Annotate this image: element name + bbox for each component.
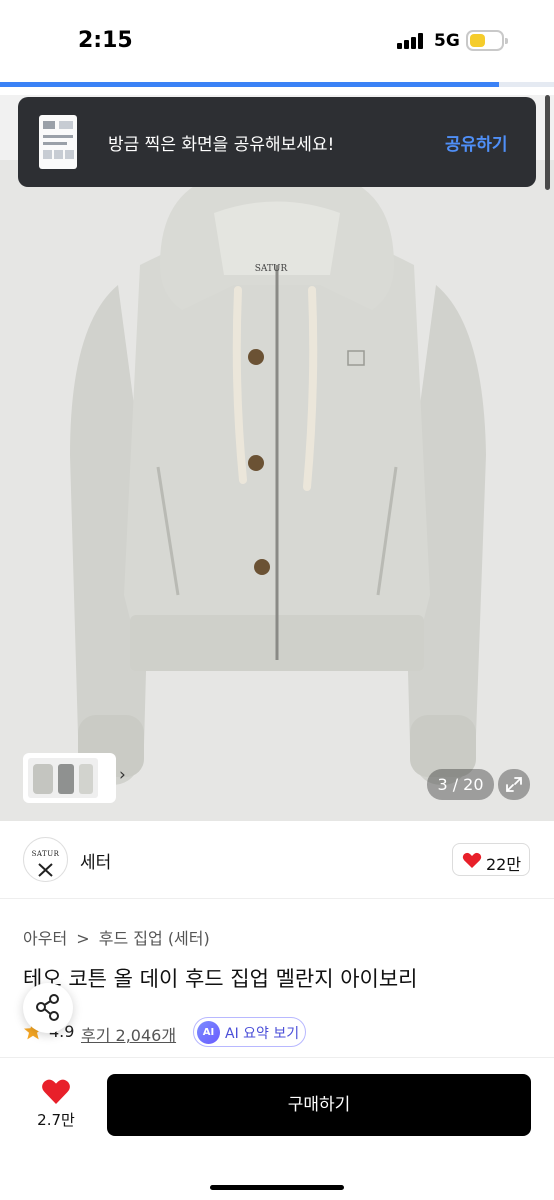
signal-icon bbox=[397, 33, 427, 49]
network-label: 5G bbox=[434, 31, 460, 51]
hoodie-illustration: SATUR bbox=[70, 169, 486, 785]
shop-logo[interactable]: SATUR bbox=[23, 837, 68, 882]
shop-row[interactable]: SATUR 세터 22만 bbox=[0, 821, 554, 899]
product-image[interactable]: SATUR bbox=[0, 95, 554, 821]
page-load-progress-fill bbox=[0, 82, 499, 87]
share-button[interactable] bbox=[23, 983, 73, 1033]
status-bar: 2:15 5G bbox=[0, 0, 554, 84]
ai-badge: AI bbox=[197, 1021, 220, 1044]
reviews-link[interactable]: 후기 2,046개 bbox=[81, 1022, 176, 1046]
share-toast: 방금 찍은 화면을 공유해보세요! 공유하기 bbox=[18, 97, 536, 187]
status-time: 2:15 bbox=[78, 28, 133, 53]
home-indicator[interactable] bbox=[210, 1185, 344, 1190]
image-counter: 3 / 20 bbox=[427, 769, 494, 800]
bottom-bar: 2.7만 구매하기 bbox=[0, 1057, 554, 1200]
thumbnail-strip[interactable]: › bbox=[23, 753, 126, 803]
page-load-progress bbox=[0, 82, 554, 87]
battery-icon bbox=[466, 30, 508, 51]
screenshot-thumbnail[interactable] bbox=[39, 115, 77, 169]
shop-like-button[interactable]: 22만 bbox=[452, 843, 530, 876]
breadcrumb: 아우터 > 후드 집업 (세터) bbox=[23, 925, 214, 949]
shop-logo-text: SATUR bbox=[31, 850, 60, 858]
heart-icon bbox=[42, 1079, 70, 1104]
ai-summary-button[interactable]: AI AI 요약 보기 bbox=[193, 1017, 306, 1047]
toast-message: 방금 찍은 화면을 공유해보세요! bbox=[108, 135, 335, 155]
expand-icon[interactable] bbox=[498, 769, 530, 800]
brand-label: SATUR bbox=[255, 264, 288, 274]
wishlist-button[interactable]: 2.7만 bbox=[30, 1078, 82, 1138]
toast-share-button[interactable]: 공유하기 bbox=[445, 130, 508, 155]
scrollbar[interactable] bbox=[545, 95, 550, 190]
share-icon bbox=[36, 994, 59, 1021]
breadcrumb-subcategory[interactable]: 후드 집업 (세터) bbox=[99, 929, 210, 948]
product-title: 테오 코튼 올 데이 후드 집업 멜란지 아이보리 bbox=[23, 967, 418, 991]
chevron-right-icon[interactable]: › bbox=[119, 765, 126, 785]
buy-button[interactable]: 구매하기 bbox=[107, 1074, 531, 1136]
shop-name[interactable]: 세터 bbox=[80, 848, 111, 873]
breadcrumb-category[interactable]: 아우터 bbox=[23, 929, 67, 948]
ai-summary-label: AI 요약 보기 bbox=[225, 1026, 300, 1042]
shop-like-count: 22만 bbox=[486, 855, 522, 874]
heart-icon bbox=[462, 852, 482, 868]
thumbnail-image[interactable] bbox=[28, 758, 98, 798]
wishlist-count: 2.7만 bbox=[37, 1111, 75, 1129]
breadcrumb-separator: > bbox=[76, 929, 90, 948]
